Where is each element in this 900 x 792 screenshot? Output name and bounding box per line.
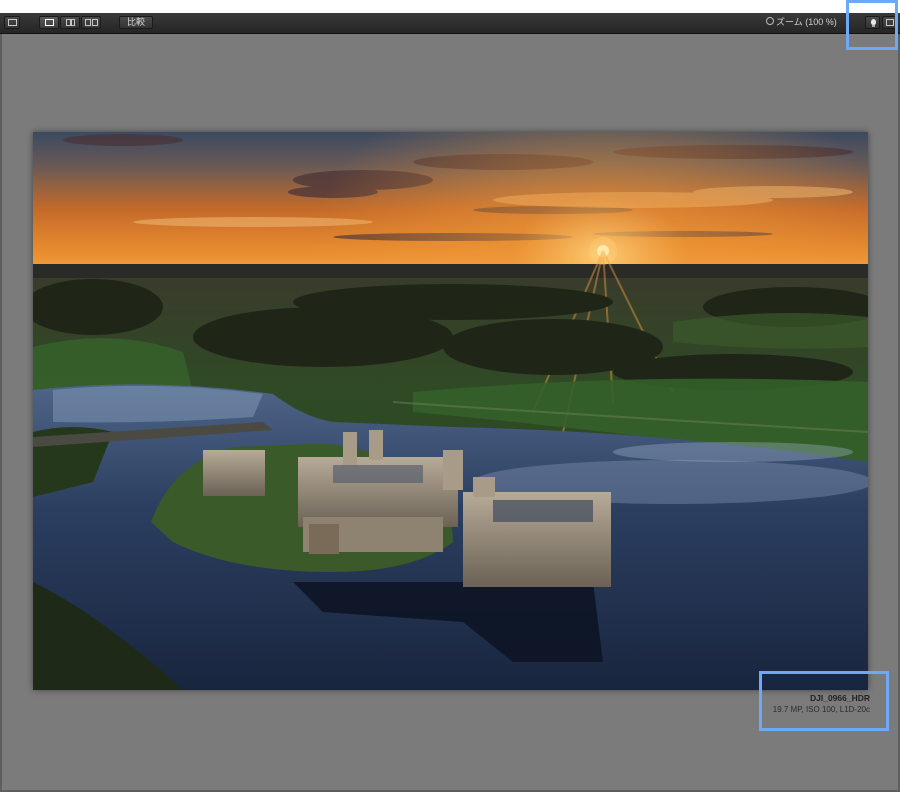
photo-metadata: 19.7 MP, ISO 100, L1D-20c: [772, 705, 870, 714]
split-view-button[interactable]: [60, 16, 80, 29]
photo-filename: DJI_0966_HDR: [809, 693, 870, 703]
lightbulb-base: [872, 25, 875, 27]
single-view-button[interactable]: [39, 16, 59, 29]
single-view-icon: [45, 19, 54, 26]
panel-toggle-button[interactable]: [882, 16, 897, 29]
dual-view-button[interactable]: [81, 16, 101, 29]
zoom-magnifier-icon: [766, 17, 774, 25]
sidebar-toggle-icon: [8, 19, 17, 26]
photo-info: DJI_0966_HDR 19.7 MP, ISO 100, L1D-20c: [764, 693, 870, 715]
split-view-divider: [70, 19, 72, 26]
zoom-control[interactable]: ズーム (100 %): [766, 16, 840, 29]
panel-toggle-icon: [886, 19, 894, 26]
zoom-label: ズーム (100 %): [776, 17, 837, 27]
dual-view-icon-right: [92, 19, 98, 26]
dual-view-icon: [85, 19, 91, 26]
compare-button[interactable]: 比較: [119, 16, 153, 29]
lightbulb-button[interactable]: [865, 16, 880, 29]
sidebar-toggle-button[interactable]: [4, 16, 20, 29]
top-toolbar: 比較 ズーム (100 %): [0, 13, 900, 34]
photo-image: [33, 132, 868, 690]
photo-preview[interactable]: [33, 132, 868, 690]
